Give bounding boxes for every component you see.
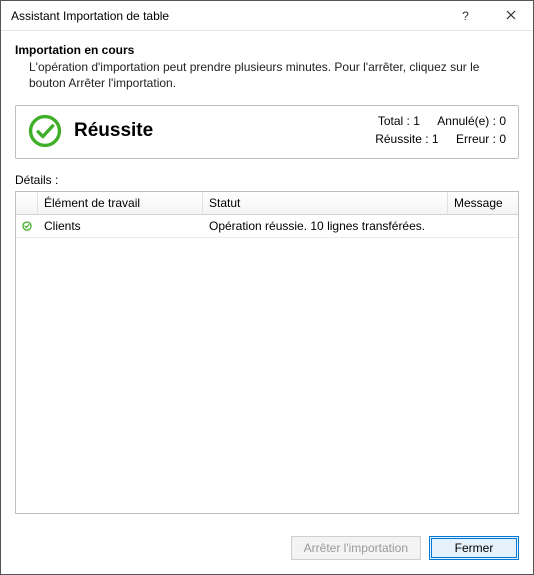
details-label: Détails : [15, 173, 519, 187]
banner-title: Réussite [74, 120, 153, 142]
section-description: L'opération d'importation peut prendre p… [29, 59, 519, 91]
close-button[interactable]: Fermer [429, 536, 519, 560]
section-title: Importation en cours [15, 43, 519, 57]
header-message[interactable]: Message [448, 192, 518, 214]
success-value: 1 [432, 132, 439, 146]
error-value: 0 [499, 132, 506, 146]
header-status-icon [16, 192, 38, 214]
result-banner: Réussite Total : 1 Annulé(e) : 0 Réussit… [15, 105, 519, 159]
total-value: 1 [413, 114, 420, 128]
details-grid: Élément de travail Statut Message Client… [15, 191, 519, 514]
row-success-icon [16, 215, 38, 237]
success-label: Réussite : [375, 132, 428, 146]
banner-stats: Total : 1 Annulé(e) : 0 Réussite : 1 Err… [375, 112, 506, 148]
dialog-footer: Arrêter l'importation Fermer [1, 524, 533, 574]
error-label: Erreur : [456, 132, 496, 146]
dialog-window: Assistant Importation de table ? Importa… [0, 0, 534, 575]
header-work-item[interactable]: Élément de travail [38, 192, 203, 214]
stop-import-button: Arrêter l'importation [291, 536, 421, 560]
cancelled-value: 0 [499, 114, 506, 128]
table-row[interactable]: Clients Opération réussie. 10 lignes tra… [16, 215, 518, 238]
row-work-item: Clients [38, 215, 203, 237]
close-icon [506, 9, 516, 23]
titlebar: Assistant Importation de table ? [1, 1, 533, 31]
grid-header: Élément de travail Statut Message [16, 192, 518, 215]
total-label: Total : [378, 114, 410, 128]
grid-body[interactable]: Clients Opération réussie. 10 lignes tra… [16, 215, 518, 513]
window-title: Assistant Importation de table [11, 9, 443, 23]
dialog-content: Importation en cours L'opération d'impor… [1, 31, 533, 524]
header-status[interactable]: Statut [203, 192, 448, 214]
row-status: Opération réussie. 10 lignes transférées… [203, 215, 448, 237]
row-message [448, 215, 518, 237]
help-icon: ? [462, 9, 469, 23]
cancelled-label: Annulé(e) : [437, 114, 496, 128]
close-window-button[interactable] [488, 1, 533, 31]
help-button[interactable]: ? [443, 1, 488, 31]
success-icon [28, 114, 62, 148]
